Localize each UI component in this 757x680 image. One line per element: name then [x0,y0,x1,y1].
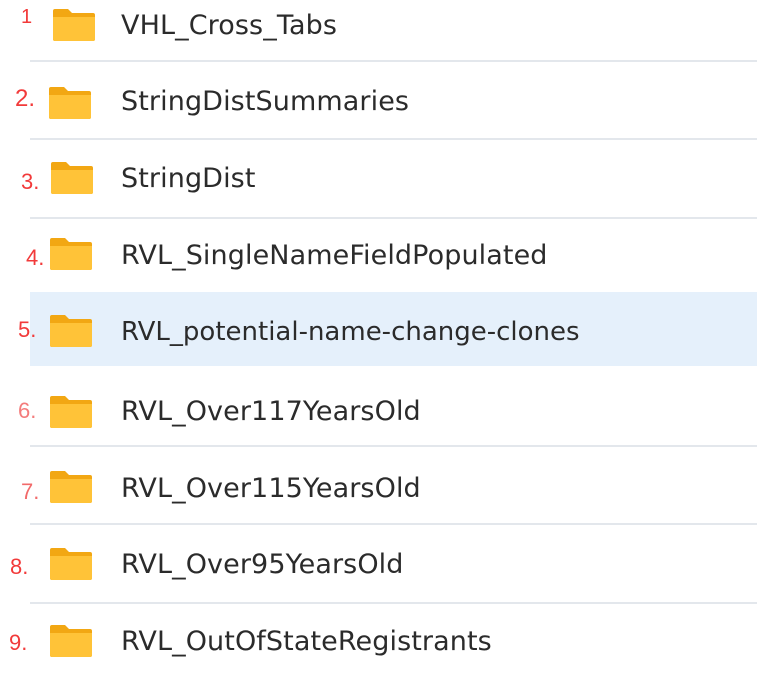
folder-name: RVL_Over117YearsOld [121,396,421,427]
folder-name: StringDist [121,163,256,194]
annotation-number: 8. [10,554,29,579]
folder-name: RVL_Over95YearsOld [121,549,404,580]
folder-name: RVL_Over115YearsOld [121,473,421,504]
annotation-number: 6. [18,398,37,423]
folder-row-rvl-singlenamefieldpopulated[interactable]: 4. RVL_SingleNameFieldPopulated [0,221,757,295]
folder-icon [52,8,96,42]
annotation-number: 5. [18,317,37,342]
folder-icon [48,86,92,120]
folder-row-stringdist[interactable]: 3. StringDist [0,145,757,219]
folder-row-vhl-cross-tabs[interactable]: 1 VHL_Cross_Tabs [0,0,757,62]
folder-icon [49,547,93,581]
folder-icon [49,624,93,658]
folder-name: RVL_OutOfStateRegistrants [121,626,492,657]
folder-row-rvl-over115yearsold[interactable]: 7. RVL_Over115YearsOld [0,451,757,525]
folder-row-rvl-over117yearsold[interactable]: 6. RVL_Over117YearsOld [0,373,757,447]
annotation-number: 9. [9,630,28,655]
folder-row-rvl-outofstateregistrants[interactable]: 9. RVL_OutOfStateRegistrants [0,606,757,680]
folder-name: VHL_Cross_Tabs [121,10,338,41]
annotation-number: 7. [21,479,40,504]
folder-icon [49,395,93,429]
row-divider [30,138,757,140]
row-divider [30,445,757,447]
annotation-number: 2. [15,85,36,112]
folder-icon [49,470,93,504]
folder-name: RVL_SingleNameFieldPopulated [121,240,548,271]
folder-row-rvl-over95yearsold[interactable]: 8. RVL_Over95YearsOld [0,530,757,604]
row-divider [30,60,757,62]
row-divider [30,523,757,525]
folder-row-stringdistsummaries[interactable]: 2. StringDistSummaries [0,66,757,140]
folder-icon [50,161,94,195]
row-divider [30,217,757,219]
annotation-number: 4. [26,245,45,270]
folder-row-rvl-potential-name-change-clones[interactable]: 5. RVL_potential-name-change-clones [0,292,757,366]
row-divider [30,602,757,604]
folder-name: RVL_potential-name-change-clones [121,317,580,347]
folder-icon [49,237,93,271]
folder-list: 1 VHL_Cross_Tabs 2. StringDistSummaries … [0,0,757,663]
folder-name: StringDistSummaries [121,86,410,117]
annotation-number: 1 [21,6,33,28]
annotation-number: 3. [21,169,40,194]
folder-icon [49,314,93,348]
